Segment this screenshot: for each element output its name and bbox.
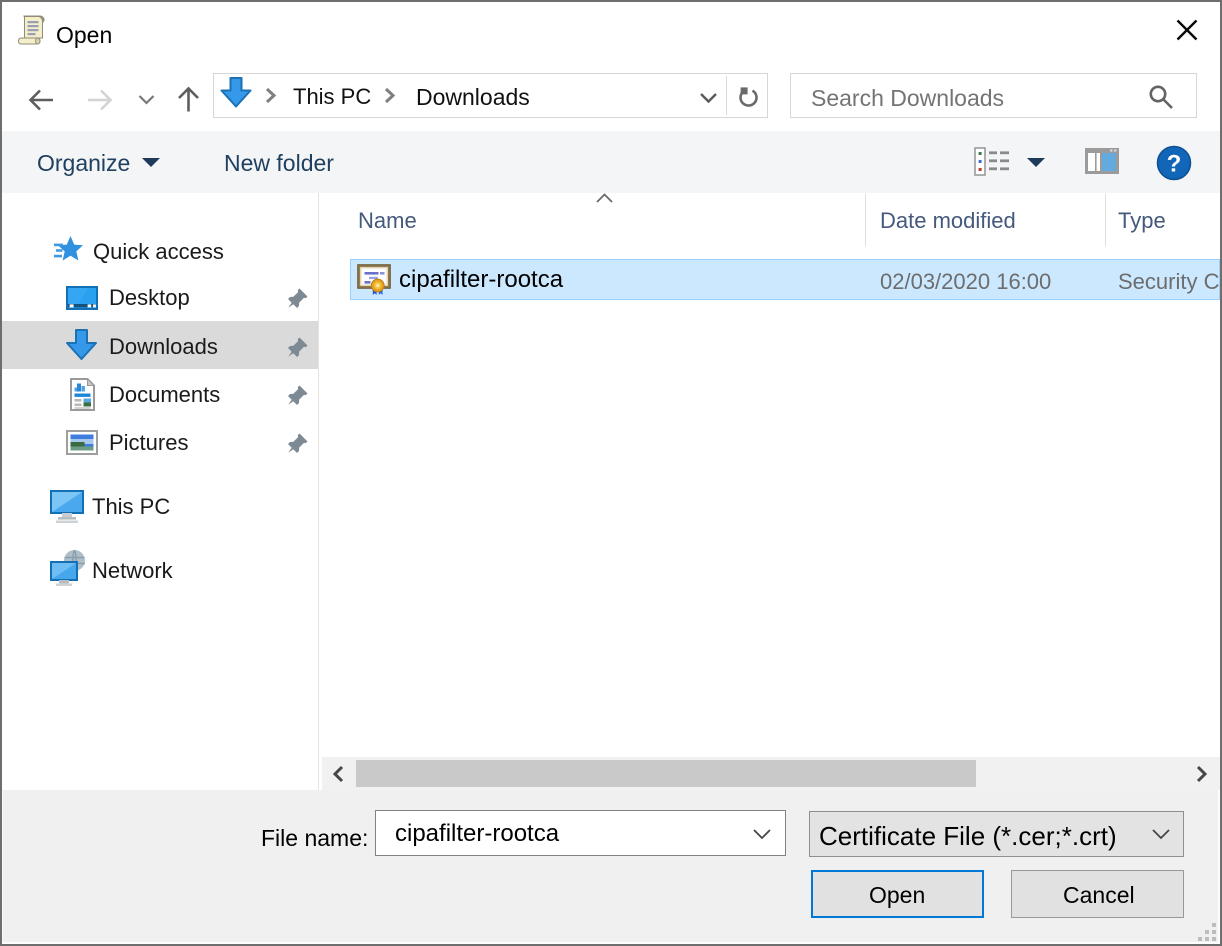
svg-text:?: ? [1167,151,1182,178]
